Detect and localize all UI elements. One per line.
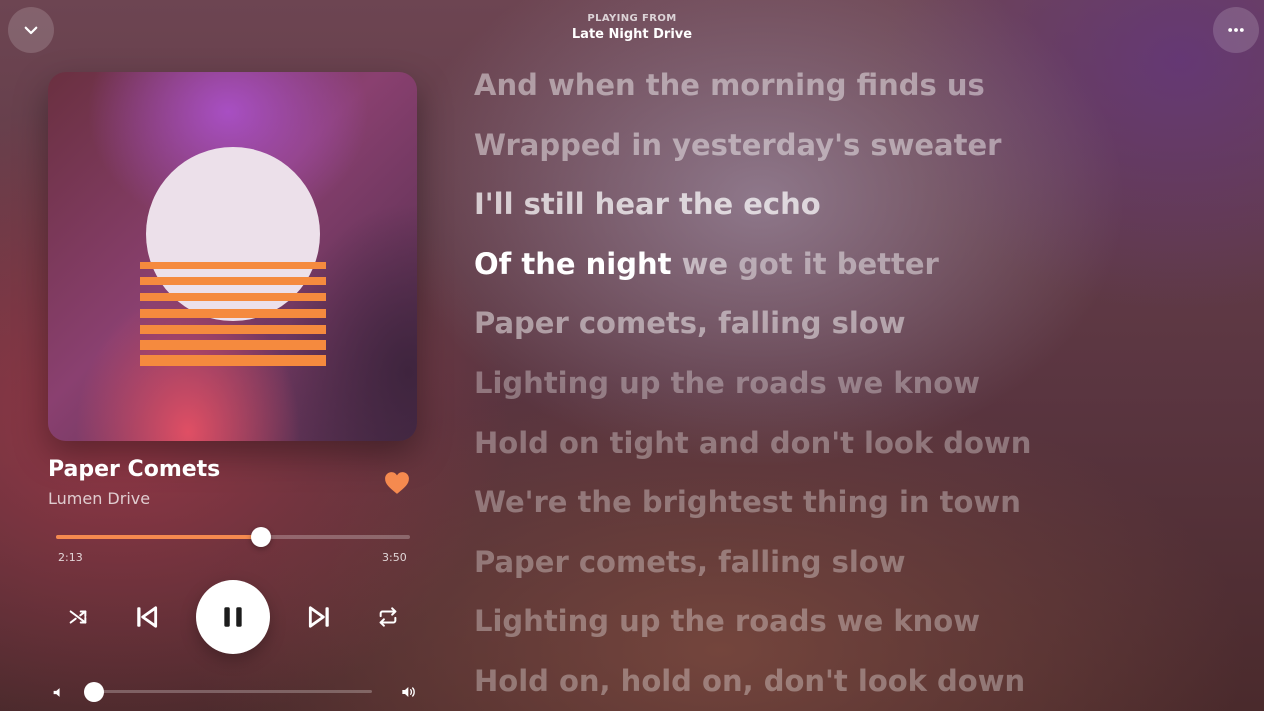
now-playing-screen: PLAYING FROM Late Night Drive Paper Come… bbox=[0, 0, 1264, 711]
album-art bbox=[48, 72, 417, 441]
shuffle-icon bbox=[69, 610, 87, 624]
volume-high-button[interactable] bbox=[400, 683, 418, 701]
lyric-remaining-text: got it better bbox=[728, 246, 939, 281]
lyric-line[interactable]: Paper comets, falling slow bbox=[474, 300, 1234, 360]
repeat-icon bbox=[379, 607, 397, 627]
album-art-graphic bbox=[140, 147, 326, 366]
volume-low-button[interactable] bbox=[50, 684, 66, 700]
volume-high-icon bbox=[402, 687, 415, 697]
playing-from: PLAYING FROM Late Night Drive bbox=[0, 13, 1264, 42]
lyric-line[interactable]: And when the morning finds us bbox=[474, 62, 1234, 122]
progress-handle[interactable] bbox=[250, 527, 271, 547]
progress-fill bbox=[56, 535, 261, 539]
lyric-line[interactable]: I'll still hear the echo bbox=[474, 181, 1234, 241]
pause-button[interactable] bbox=[196, 580, 270, 654]
track-title: Paper Comets bbox=[48, 457, 221, 482]
lyrics-panel: And when the morning finds us Wrapped in … bbox=[474, 62, 1234, 711]
lyric-line[interactable]: Lighting up the roads we know bbox=[474, 360, 1234, 420]
shuffle-button[interactable] bbox=[66, 605, 90, 629]
playlist-name[interactable]: Late Night Drive bbox=[0, 27, 1264, 42]
volume-handle[interactable] bbox=[84, 682, 104, 702]
skip-next-icon bbox=[308, 606, 329, 628]
total-time: 3:50 bbox=[382, 551, 407, 564]
previous-button[interactable] bbox=[133, 603, 161, 631]
track-artist[interactable]: Lumen Drive bbox=[48, 489, 150, 508]
lyric-line[interactable]: Hold on tight and don't look down bbox=[474, 420, 1234, 480]
lyric-mid-text: we bbox=[671, 246, 729, 281]
more-options-button[interactable] bbox=[1213, 7, 1259, 53]
skip-previous-icon bbox=[137, 606, 158, 628]
progress-bar[interactable] bbox=[56, 527, 410, 547]
lyric-line[interactable]: We're the brightest thing in town bbox=[474, 479, 1234, 539]
lyric-sung-text: Of the night bbox=[474, 246, 672, 281]
pause-icon bbox=[224, 607, 242, 627]
heart-icon[interactable] bbox=[384, 471, 410, 495]
repeat-button[interactable] bbox=[376, 605, 400, 629]
elapsed-time: 2:13 bbox=[58, 551, 83, 564]
more-horizontal-icon bbox=[1228, 28, 1244, 32]
lyric-line[interactable]: Lighting up the roads we know bbox=[474, 598, 1234, 658]
next-button[interactable] bbox=[305, 603, 333, 631]
playing-from-label: PLAYING FROM bbox=[587, 13, 677, 24]
lyric-line[interactable]: Wrapped in yesterday's sweater bbox=[474, 122, 1234, 182]
lyric-line-active[interactable]: Of the night we got it better bbox=[474, 241, 1234, 301]
lyric-line[interactable]: Paper comets, falling slow bbox=[474, 539, 1234, 599]
volume-slider[interactable] bbox=[84, 682, 372, 702]
volume-low-icon bbox=[53, 687, 60, 697]
lyric-line[interactable]: Hold on, hold on, don't look down bbox=[474, 658, 1234, 711]
